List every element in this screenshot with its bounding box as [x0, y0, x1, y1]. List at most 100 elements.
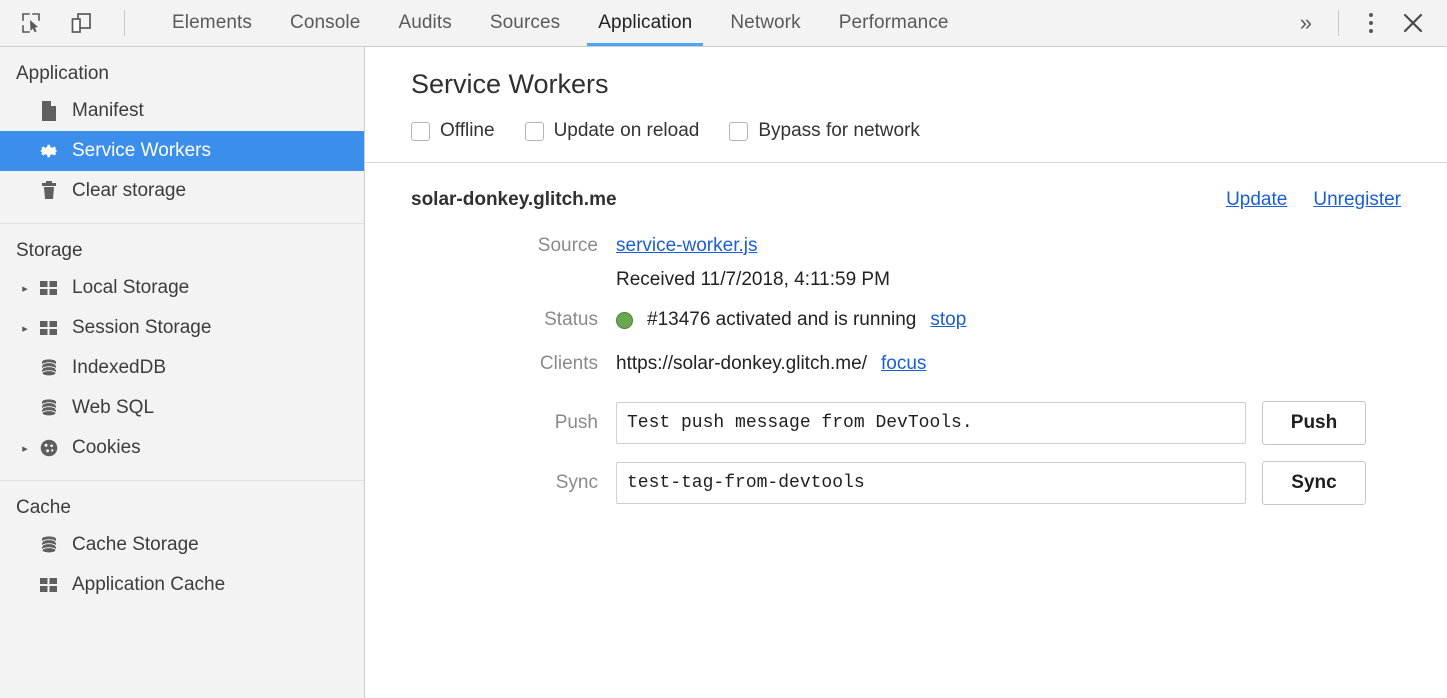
sidebar-section-header: Application [0, 55, 364, 91]
kebab-dot [1369, 21, 1373, 25]
device-toolbar-icon[interactable] [64, 6, 98, 40]
push-message-input[interactable] [616, 402, 1246, 444]
sync-tag-input[interactable] [616, 462, 1246, 504]
sidebar-item-label: Session Storage [72, 317, 211, 339]
sidebar-item-label: Cache Storage [72, 534, 199, 556]
update-link[interactable]: Update [1226, 189, 1287, 211]
tab-label: Performance [839, 12, 949, 34]
sidebar-item-label: Manifest [72, 100, 144, 122]
database-icon [34, 358, 64, 378]
sidebar-item-local-storage[interactable]: ▸ Local Storage [0, 268, 364, 308]
table-icon [34, 576, 64, 594]
tab-label: Sources [490, 12, 560, 34]
sidebar-section-storage: Storage ▸ Local Storage ▸ [0, 224, 364, 481]
toolbar-divider-right [1338, 10, 1339, 36]
toolbar-right-controls: » [1286, 0, 1447, 46]
tab-label: Elements [172, 12, 252, 34]
tab-application[interactable]: Application [579, 0, 711, 46]
sync-button[interactable]: Sync [1262, 461, 1366, 505]
status-row: Status #13476 activated and is running s… [411, 309, 1401, 331]
devtools-toolbar: Elements Console Audits Sources Applicat… [0, 0, 1447, 47]
source-label: Source [411, 235, 616, 257]
sidebar-item-manifest[interactable]: ▸ Manifest [0, 91, 364, 131]
database-icon [34, 398, 64, 418]
checkbox-box[interactable] [729, 122, 748, 141]
application-sidebar: Application ▸ Manifest ▸ [0, 47, 365, 698]
sidebar-item-label: Cookies [72, 437, 141, 459]
tab-label: Application [598, 12, 692, 34]
clients-label: Clients [411, 353, 616, 375]
document-icon [34, 100, 64, 122]
status-indicator-icon [616, 312, 633, 329]
checkbox-bypass-for-network[interactable]: Bypass for network [729, 120, 920, 142]
sidebar-item-cookies[interactable]: ▸ Cookies [0, 428, 364, 468]
sidebar-section-application: Application ▸ Manifest ▸ [0, 47, 364, 224]
chevron-right-icon[interactable]: ▸ [16, 322, 34, 335]
sidebar-item-cache-storage[interactable]: ▸ Cache Storage [0, 525, 364, 565]
tab-audits[interactable]: Audits [379, 0, 470, 46]
sidebar-item-label: IndexedDB [72, 357, 166, 379]
unregister-link[interactable]: Unregister [1313, 189, 1401, 211]
tab-network[interactable]: Network [711, 0, 819, 46]
focus-link[interactable]: focus [881, 353, 926, 375]
sidebar-item-label: Service Workers [72, 140, 211, 162]
checkbox-update-on-reload[interactable]: Update on reload [525, 120, 700, 142]
service-workers-panel: Service Workers Offline Update on reload… [365, 47, 1447, 698]
sync-row: Sync Sync [411, 461, 1401, 505]
inspect-element-icon[interactable] [14, 6, 48, 40]
kebab-dot [1369, 13, 1373, 17]
table-icon [34, 279, 64, 297]
chevron-right-icon[interactable]: ▸ [16, 442, 34, 455]
tab-label: Network [730, 12, 800, 34]
more-tabs-icon[interactable]: » [1286, 12, 1324, 34]
chevron-right-icon[interactable]: ▸ [16, 282, 34, 295]
registration-actions: Update Unregister [1226, 189, 1401, 211]
kebab-menu-icon[interactable] [1353, 5, 1389, 41]
sidebar-item-clear-storage[interactable]: ▸ Clear storage [0, 171, 364, 211]
source-file-link[interactable]: service-worker.js [616, 235, 757, 257]
devtools-body: Application ▸ Manifest ▸ [0, 47, 1447, 698]
kebab-dot [1369, 29, 1373, 33]
panel-header: Service Workers [365, 47, 1447, 100]
tab-elements[interactable]: Elements [153, 0, 271, 46]
sync-label: Sync [411, 472, 616, 494]
table-icon [34, 319, 64, 337]
checkbox-box[interactable] [525, 122, 544, 141]
status-value: #13476 activated and is running stop [616, 309, 966, 331]
tab-sources[interactable]: Sources [471, 0, 579, 46]
tab-label: Console [290, 12, 360, 34]
status-label: Status [411, 309, 616, 331]
sidebar-section-cache: Cache ▸ Cache Sto [0, 481, 364, 617]
sidebar-item-session-storage[interactable]: ▸ Session Storage [0, 308, 364, 348]
sidebar-item-label: Local Storage [72, 277, 189, 299]
sidebar-item-label: Application Cache [72, 574, 225, 596]
source-value: service-worker.js [616, 235, 757, 257]
close-icon[interactable] [1393, 3, 1433, 43]
registration-origin: solar-donkey.glitch.me [411, 189, 617, 211]
devtools-window: Elements Console Audits Sources Applicat… [0, 0, 1447, 698]
checkbox-box[interactable] [411, 122, 430, 141]
sidebar-item-application-cache[interactable]: ▸ Application Cache [0, 565, 364, 605]
received-row: Received 11/7/2018, 4:11:59 PM [411, 269, 1401, 291]
sidebar-section-header: Cache [0, 489, 364, 525]
toolbar-left-controls [0, 0, 135, 46]
clients-value: https://solar-donkey.glitch.me/ focus [616, 353, 926, 375]
sidebar-item-service-workers[interactable]: ▸ Service Workers [0, 131, 364, 171]
push-label: Push [411, 412, 616, 434]
tab-performance[interactable]: Performance [820, 0, 968, 46]
checkbox-offline[interactable]: Offline [411, 120, 495, 142]
tab-label: Audits [398, 12, 451, 34]
checkbox-label: Offline [440, 120, 495, 142]
sidebar-section-header: Storage [0, 232, 364, 268]
sidebar-item-indexeddb[interactable]: ▸ IndexedDB [0, 348, 364, 388]
cookie-icon [34, 438, 64, 458]
tab-console[interactable]: Console [271, 0, 379, 46]
clients-row: Clients https://solar-donkey.glitch.me/ … [411, 353, 1401, 375]
toolbar-divider [124, 10, 125, 36]
sidebar-item-web-sql[interactable]: ▸ Web SQL [0, 388, 364, 428]
stop-link[interactable]: stop [930, 309, 966, 331]
received-text: Received 11/7/2018, 4:11:59 PM [616, 269, 890, 291]
push-button[interactable]: Push [1262, 401, 1366, 445]
received-spacer [411, 269, 616, 291]
service-worker-registration: solar-donkey.glitch.me Update Unregister… [365, 163, 1447, 505]
